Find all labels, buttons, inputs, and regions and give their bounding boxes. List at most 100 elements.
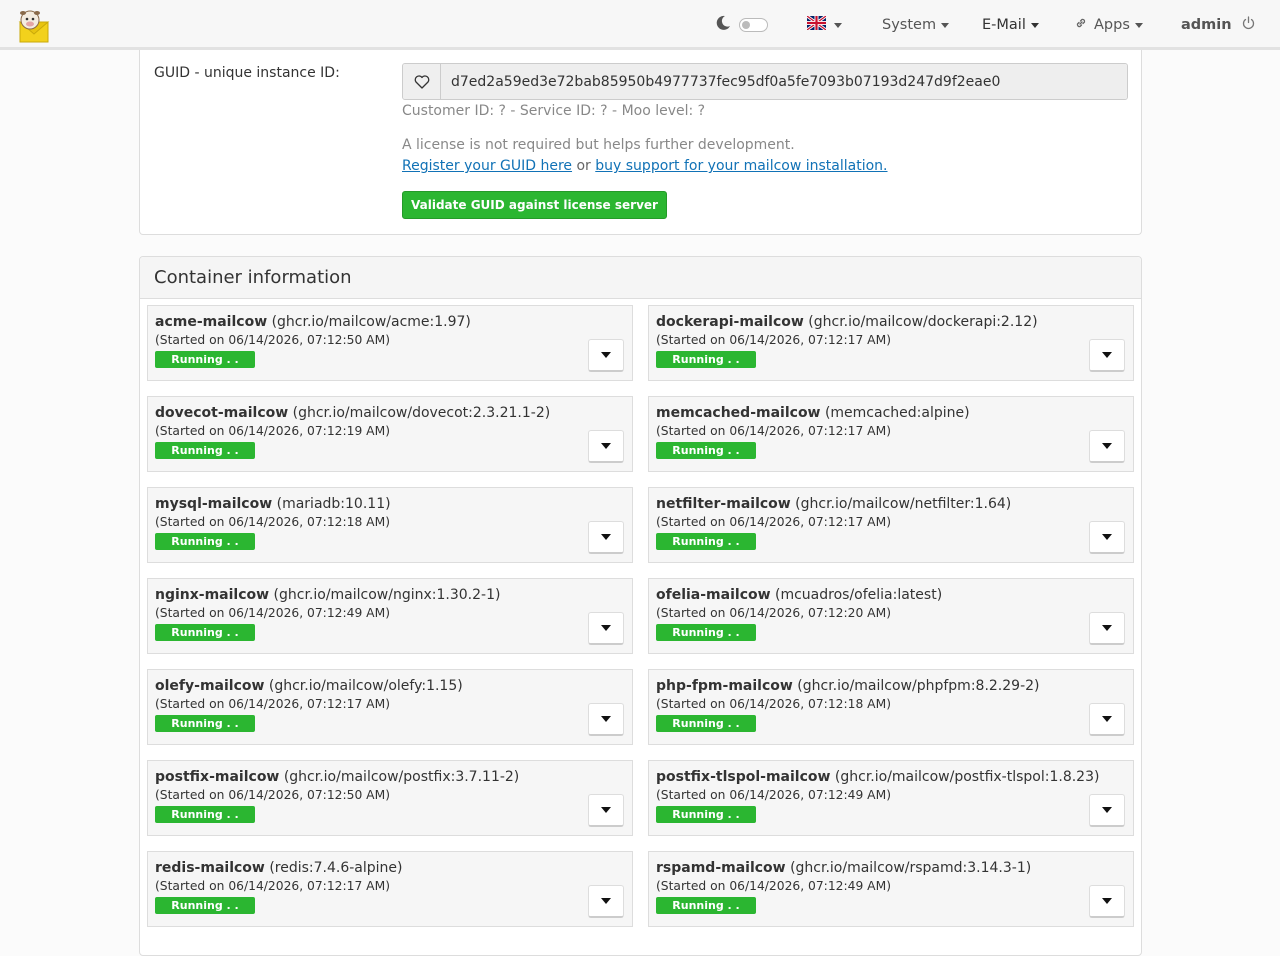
power-icon[interactable] xyxy=(1242,16,1255,34)
expand-button[interactable] xyxy=(588,885,624,918)
expand-button[interactable] xyxy=(1089,430,1125,463)
expand-button[interactable] xyxy=(1089,339,1125,372)
container-card: memcached-mailcow (memcached:alpine) (St… xyxy=(648,396,1134,472)
container-list: acme-mailcow (ghcr.io/mailcow/acme:1.97)… xyxy=(147,305,1135,927)
container-started: (Started on 06/14/2026, 07:12:50 AM) xyxy=(155,788,390,802)
theme-toggle[interactable] xyxy=(715,15,768,35)
container-title: redis-mailcow (redis:7.4.6-alpine) xyxy=(155,860,625,876)
caret-down-icon xyxy=(1102,352,1112,358)
status-badge: Running . . xyxy=(656,442,756,459)
container-name: dockerapi-mailcow xyxy=(656,314,804,330)
container-started: (Started on 06/14/2026, 07:12:49 AM) xyxy=(155,606,390,620)
status-badge: Running . . xyxy=(656,624,756,641)
guid-field[interactable] xyxy=(441,64,1127,99)
status-badge: Running . . xyxy=(656,351,756,368)
caret-down-icon xyxy=(1102,443,1112,449)
container-image: (ghcr.io/mailcow/nginx:1.30.2-1) xyxy=(273,587,501,603)
container-image: (ghcr.io/mailcow/phpfpm:8.2.29-2) xyxy=(797,678,1040,694)
caret-down-icon xyxy=(1102,716,1112,722)
container-card: olefy-mailcow (ghcr.io/mailcow/olefy:1.1… xyxy=(147,669,633,745)
container-name: php-fpm-mailcow xyxy=(656,678,793,694)
guid-label: GUID - unique instance ID: xyxy=(154,65,340,81)
container-title: ofelia-mailcow (mcuadros/ofelia:latest) xyxy=(656,587,1126,603)
expand-button[interactable] xyxy=(588,430,624,463)
container-title: rspamd-mailcow (ghcr.io/mailcow/rspamd:3… xyxy=(656,860,1126,876)
expand-button[interactable] xyxy=(588,339,624,372)
container-name: postfix-tlspol-mailcow xyxy=(656,769,831,785)
chevron-down-icon xyxy=(1134,22,1143,28)
uk-flag-icon xyxy=(806,14,827,34)
container-title: acme-mailcow (ghcr.io/mailcow/acme:1.97) xyxy=(155,314,625,330)
container-card: redis-mailcow (redis:7.4.6-alpine) (Star… xyxy=(147,851,633,927)
caret-down-icon xyxy=(601,443,611,449)
register-guid-link[interactable]: Register your GUID here xyxy=(402,158,572,174)
expand-button[interactable] xyxy=(1089,612,1125,645)
nav-email[interactable]: E-Mail xyxy=(982,0,1039,50)
license-panel: GUID - unique instance ID: Customer ID: … xyxy=(139,50,1142,235)
language-dropdown[interactable] xyxy=(806,0,842,50)
status-badge: Running . . xyxy=(155,533,255,550)
user-menu[interactable]: admin xyxy=(1181,0,1255,50)
dark-mode-switch[interactable] xyxy=(739,18,768,32)
container-card: netfilter-mailcow (ghcr.io/mailcow/netfi… xyxy=(648,487,1134,563)
container-name: redis-mailcow xyxy=(155,860,265,876)
customer-info: Customer ID: ? - Service ID: ? - Moo lev… xyxy=(402,103,706,119)
container-card: nginx-mailcow (ghcr.io/mailcow/nginx:1.3… xyxy=(147,578,633,654)
validate-guid-button[interactable]: Validate GUID against license server xyxy=(402,191,667,219)
license-info: A license is not required but helps furt… xyxy=(402,137,795,153)
container-title: mysql-mailcow (mariadb:10.11) xyxy=(155,496,625,512)
container-panel-title: Container information xyxy=(140,257,1141,299)
buy-support-link[interactable]: buy support for your mailcow installatio… xyxy=(595,158,887,174)
container-image: (ghcr.io/mailcow/acme:1.97) xyxy=(271,314,471,330)
container-title: olefy-mailcow (ghcr.io/mailcow/olefy:1.1… xyxy=(155,678,625,694)
container-name: postfix-mailcow xyxy=(155,769,280,785)
heart-icon xyxy=(403,64,441,99)
container-started: (Started on 06/14/2026, 07:12:50 AM) xyxy=(155,333,390,347)
status-badge: Running . . xyxy=(656,806,756,823)
container-title: netfilter-mailcow (ghcr.io/mailcow/netfi… xyxy=(656,496,1126,512)
user-name: admin xyxy=(1181,17,1232,33)
chevron-down-icon xyxy=(1030,22,1039,28)
caret-down-icon xyxy=(1102,625,1112,631)
caret-down-icon xyxy=(1102,898,1112,904)
chevron-down-icon xyxy=(941,22,950,28)
or-text: or xyxy=(576,158,591,174)
top-navbar: System E-Mail Apps admin xyxy=(0,0,1280,50)
container-name: olefy-mailcow xyxy=(155,678,265,694)
caret-down-icon xyxy=(601,352,611,358)
expand-button[interactable] xyxy=(588,703,624,736)
container-started: (Started on 06/14/2026, 07:12:17 AM) xyxy=(155,879,390,893)
nav-system[interactable]: System xyxy=(882,0,950,50)
chevron-down-icon xyxy=(834,22,842,28)
container-name: nginx-mailcow xyxy=(155,587,270,603)
container-image: (ghcr.io/mailcow/olefy:1.15) xyxy=(268,678,463,694)
container-title: postfix-mailcow (ghcr.io/mailcow/postfix… xyxy=(155,769,625,785)
caret-down-icon xyxy=(601,716,611,722)
expand-button[interactable] xyxy=(1089,885,1125,918)
caret-down-icon xyxy=(1102,807,1112,813)
nav-apps[interactable]: Apps xyxy=(1075,0,1143,50)
container-image: (ghcr.io/mailcow/postfix:3.7.11-2) xyxy=(283,769,520,785)
expand-button[interactable] xyxy=(588,521,624,554)
container-image: (redis:7.4.6-alpine) xyxy=(269,860,403,876)
caret-down-icon xyxy=(601,898,611,904)
container-panel: Container information acme-mailcow (ghcr… xyxy=(139,256,1142,956)
caret-down-icon xyxy=(601,807,611,813)
status-badge: Running . . xyxy=(155,806,255,823)
expand-button[interactable] xyxy=(1089,521,1125,554)
container-name: dovecot-mailcow xyxy=(155,405,289,421)
mailcow-logo[interactable] xyxy=(14,6,52,44)
container-card: mysql-mailcow (mariadb:10.11) (Started o… xyxy=(147,487,633,563)
container-started: (Started on 06/14/2026, 07:12:17 AM) xyxy=(656,333,891,347)
container-name: ofelia-mailcow xyxy=(656,587,771,603)
nav-apps-label: Apps xyxy=(1094,17,1130,33)
container-started: (Started on 06/14/2026, 07:12:18 AM) xyxy=(155,515,390,529)
expand-button[interactable] xyxy=(588,794,624,827)
expand-button[interactable] xyxy=(1089,703,1125,736)
status-badge: Running . . xyxy=(155,624,255,641)
expand-button[interactable] xyxy=(588,612,624,645)
expand-button[interactable] xyxy=(1089,794,1125,827)
moon-icon xyxy=(715,15,731,35)
container-image: (ghcr.io/mailcow/rspamd:3.14.3-1) xyxy=(790,860,1032,876)
caret-down-icon xyxy=(601,534,611,540)
